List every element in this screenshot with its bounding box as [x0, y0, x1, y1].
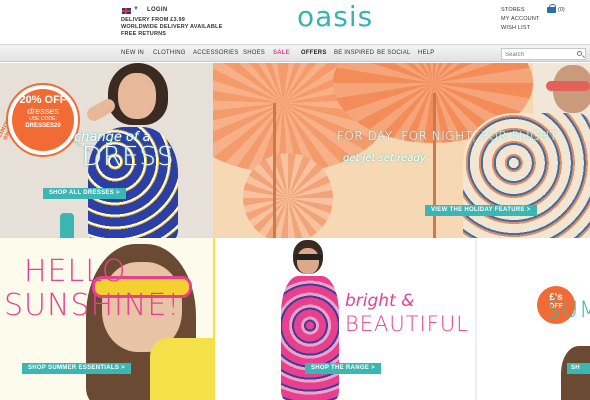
model-sunglasses [295, 254, 322, 260]
parasol-image [243, 153, 333, 238]
panel-divider [213, 238, 215, 400]
shop-summer-sale-button[interactable]: SH [567, 363, 590, 374]
model-face [118, 73, 156, 119]
chevron-down-icon[interactable]: ▼ [133, 6, 139, 12]
discount-category: dresses [27, 106, 59, 116]
discount-code-label: USE CODE: [29, 116, 57, 122]
summer-sale-panel[interactable]: £'s OFF SUMMER SH [475, 238, 590, 400]
holiday-hero-panel[interactable]: FOR DAY, FOR NIGHT, FOR FLIGHT get jet s… [213, 63, 590, 238]
uk-flag-icon[interactable] [122, 8, 131, 14]
nav-item-offers[interactable]: OFFERS [301, 50, 327, 56]
oasis-logo[interactable]: oasis [297, 0, 373, 34]
shop-the-range-button[interactable]: SHOP THE RANGE > [305, 363, 381, 374]
discount-percent: 20% OFF [19, 94, 67, 106]
handbag-image [60, 213, 74, 238]
parasol-pole [433, 93, 436, 238]
holiday-subhead: get jet set ready [343, 153, 426, 164]
site-header: ▼ LOGIN DELIVERY FROM £3.99 WORLDWIDE DE… [0, 0, 590, 44]
nav-item-new-in[interactable]: NEW IN [121, 50, 144, 56]
model-dress [281, 276, 339, 400]
yellow-cardigan [150, 338, 213, 400]
dresses-headline-big: DRESS [82, 142, 175, 172]
dresses-hero-panel[interactable]: LIMITED TIME ONLY! 20% OFF dresses USE C… [0, 63, 213, 238]
model-face [297, 248, 319, 274]
sunshine-headline-line1: HELLO [24, 254, 127, 289]
shop-summer-essentials-button[interactable]: SHOP SUMMER ESSENTIALS > [22, 363, 131, 374]
nav-item-shoes[interactable]: SHOES [243, 50, 265, 56]
bright-beautiful-panel[interactable]: bright & BEAUTIFUL SHOP THE RANGE > [213, 238, 475, 400]
sunshine-headline-line2: SUNSHINE! [4, 288, 181, 323]
nav-item-help[interactable]: HELP [418, 50, 434, 56]
nav-item-accessories[interactable]: ACCESSORIES [193, 50, 239, 56]
bright-headline-line1: bright & [345, 291, 415, 311]
shopping-bag-icon[interactable] [547, 4, 556, 13]
nav-item-be-inspired[interactable]: BE INSPIRED [334, 50, 374, 56]
holiday-headline: FOR DAY, FOR NIGHT, FOR FLIGHT [337, 129, 558, 143]
my-account-link[interactable]: MY ACCOUNT [501, 16, 540, 22]
model-sunglasses [546, 81, 590, 91]
nav-item-sale[interactable]: SALE [273, 50, 290, 56]
nav-item-be-social[interactable]: BE SOCIAL [377, 50, 410, 56]
nav-item-clothing[interactable]: CLOTHING [153, 50, 186, 56]
bright-headline-line2: BEAUTIFUL [345, 312, 469, 336]
model-arm [84, 96, 118, 124]
discount-code: DRESSES20 [25, 123, 61, 129]
wish-list-link[interactable]: WISH LIST [501, 25, 530, 31]
panel-divider [475, 238, 477, 400]
shop-all-dresses-button[interactable]: SHOP ALL DRESSES > [43, 188, 126, 199]
parasol-pole [273, 103, 276, 238]
search-box[interactable] [501, 48, 586, 60]
delivery-promo-line[interactable]: DELIVERY FROM £3.99 [121, 17, 185, 23]
main-nav: NEW IN CLOTHING ACCESSORIES SHOES SALE O… [0, 44, 590, 62]
summer-essentials-panel[interactable]: HELLO SUNSHINE! SHOP SUMMER ESSENTIALS > [0, 238, 213, 400]
search-input[interactable] [505, 50, 575, 59]
delivery-promo-line[interactable]: FREE RETURNS [121, 31, 166, 37]
view-holiday-feature-button[interactable]: VIEW THE HOLIDAY FEATURE > [425, 205, 537, 216]
search-icon[interactable] [577, 51, 582, 56]
delivery-promo-line[interactable]: WORLDWIDE DELIVERY AVAILABLE [121, 24, 222, 30]
stores-link[interactable]: STORES [501, 7, 525, 13]
login-link[interactable]: LOGIN [147, 7, 168, 13]
summer-sale-headline: SUMMER [547, 298, 590, 323]
bag-count[interactable]: (0) [558, 7, 565, 13]
